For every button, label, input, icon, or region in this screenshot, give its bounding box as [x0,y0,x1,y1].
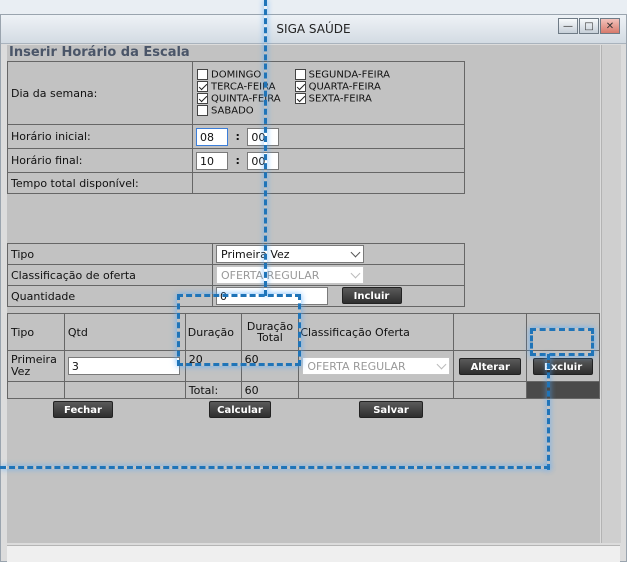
time-separator: : [235,153,240,167]
chevron-down-icon [436,359,447,370]
chevron-down-icon [350,268,361,279]
col-alterar [453,313,528,351]
inicial-label: Horário inicial: [7,124,193,149]
window-title: SIGA SAÚDE [276,22,351,36]
fechar-button[interactable]: Fechar [53,401,113,418]
total-value [192,172,465,194]
day-terca[interactable]: TERCA-FEIRA [197,81,281,93]
final-hour-input[interactable]: 10 [196,151,228,170]
day-sabado[interactable]: SABADO [197,105,281,117]
checkbox-domingo[interactable] [197,69,208,80]
incluir-button[interactable]: Incluir [341,287,402,304]
days-col-2: SEGUNDA-FEIRA QUARTA-FEIRA SEXTA-FEIRA [294,69,390,117]
total-label: Tempo total disponível: [7,172,193,194]
salvar-button[interactable]: Salvar [359,401,423,418]
total-row-label: Total: [184,381,242,399]
title-bar[interactable]: SIGA SAÚDE — □ ✕ [1,15,626,44]
highlight-excluir-box [530,328,594,356]
checkbox-sabado[interactable] [197,105,208,116]
day-domingo[interactable]: DOMINGO [197,69,281,81]
scrollbar[interactable] [601,45,621,543]
highlight-connector-vertical [264,0,267,296]
alterar-button[interactable]: Alterar [459,357,522,375]
col-classificacao: Classificação Oferta [298,313,455,351]
checkbox-quarta[interactable] [294,81,306,92]
page-title: Inserir Horário da Escala [9,45,190,60]
close-button[interactable]: ✕ [600,18,620,34]
day-quinta[interactable]: QUINTA-FEIRA [197,93,281,105]
tipo-label: Tipo [7,243,213,265]
classif-label: Classificação de oferta [7,264,213,286]
classif-select[interactable]: OFERTA REGULAR [216,266,364,284]
checkbox-sexta[interactable] [294,93,306,104]
time-separator: : [235,129,240,143]
days-col-1: DOMINGO TERCA-FEIRA QUINTA-FEIRA SABADO [197,69,281,117]
cell-tipo: Primeira Vez [7,350,65,382]
excluir-button[interactable]: Excluir [533,357,594,375]
day-segunda[interactable]: SEGUNDA-FEIRA [294,69,390,81]
highlight-duration-box [177,294,301,366]
col-qtd: Qtd [63,313,186,351]
day-sexta[interactable]: SEXTA-FEIRA [294,93,390,105]
app-window: SIGA SAÚDE — □ ✕ Inserir Horário da Esca… [0,14,627,562]
total-row-value: 60 [240,381,300,399]
maximize-button[interactable]: □ [579,18,599,34]
row-classif-select[interactable]: OFERTA REGULAR [302,357,451,375]
offers-table: Tipo Qtd Duração Duração Total Classific… [7,313,600,399]
highlight-connector-excluir-down [547,354,550,470]
day-quarta[interactable]: QUARTA-FEIRA [294,81,390,93]
tipo-select[interactable]: Primeira Vez [216,245,364,263]
inicial-hour-input[interactable]: 08 [196,127,228,146]
dia-label: Dia da semana: [7,61,193,125]
highlight-connector-horizontal [0,466,550,469]
checkbox-quinta[interactable] [197,93,208,104]
minimize-button[interactable]: — [558,18,578,34]
col-tipo: Tipo [7,313,65,351]
calcular-button[interactable]: Calcular [209,401,271,418]
checkbox-terca[interactable] [197,81,208,92]
schedule-form: Dia da semana: DOMINGO TERCA-FEIRA QUINT… [7,61,465,194]
table-row: Primeira Vez 3 20 60 OFERTA REGULAR Alte… [7,350,600,382]
checkbox-segunda[interactable] [294,69,306,80]
chevron-down-icon [350,247,361,258]
final-label: Horário final: [7,148,193,173]
row-qtd-input[interactable]: 3 [67,357,180,375]
status-bar [7,545,620,562]
